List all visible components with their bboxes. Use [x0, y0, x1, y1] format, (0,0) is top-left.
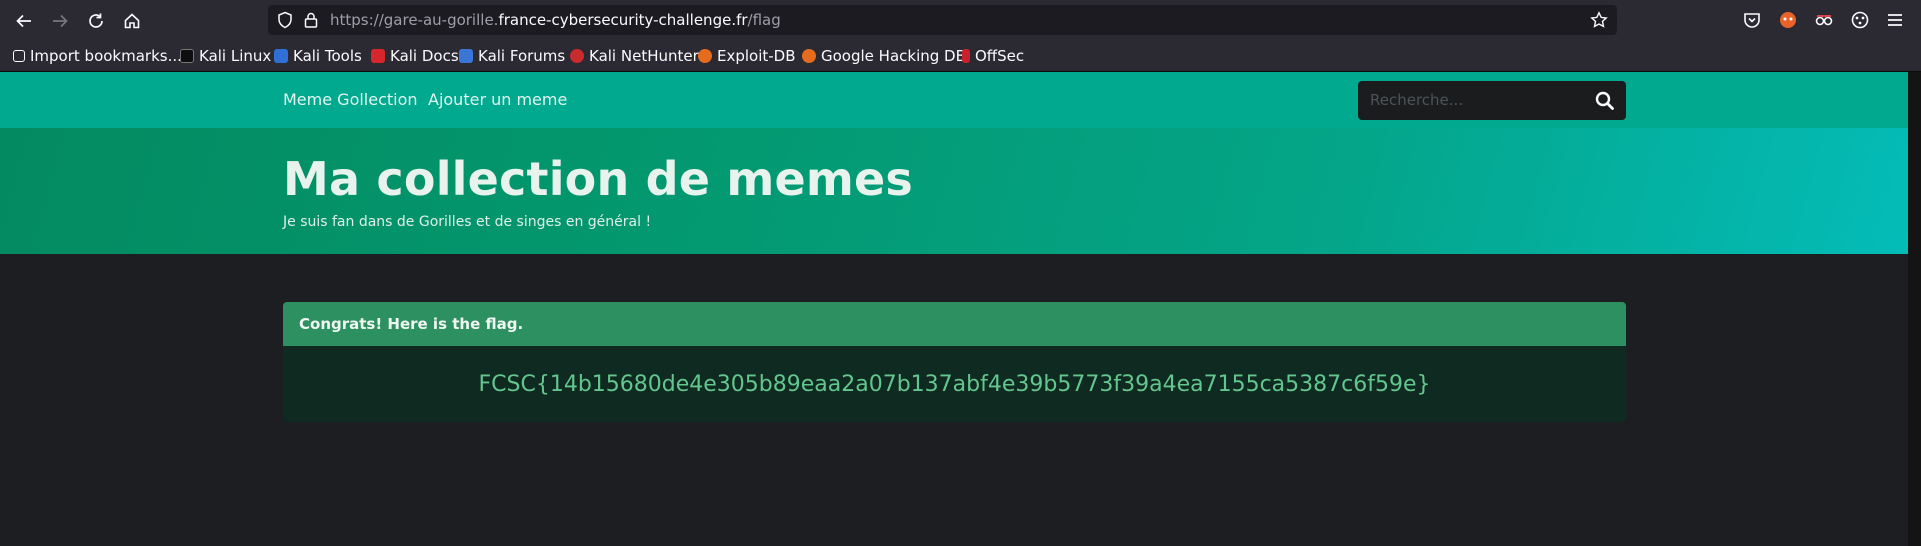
ghdb-icon: [802, 49, 816, 63]
flag-value: FCSC{14b15680de4e305b89eaa2a07b137abf4e3…: [478, 371, 1431, 397]
site-navbar: Meme Gollection Ajouter un meme Recherch…: [0, 72, 1908, 128]
search-icon[interactable]: [1595, 91, 1614, 110]
bookmark-kali-linux[interactable]: Kali Linux: [180, 40, 271, 72]
bookmark-label: Kali Linux: [199, 47, 272, 65]
url-bar[interactable]: https://gare-au-gorille.france-cybersecu…: [268, 5, 1617, 35]
url-path: /flag: [747, 11, 781, 29]
page-subtitle: Je suis fan dans de Gorilles et de singe…: [283, 214, 652, 230]
arrow-right-icon: [53, 14, 68, 28]
shield-icon[interactable]: [276, 11, 294, 29]
bookmark-exploit-db[interactable]: Exploit-DB: [698, 40, 796, 72]
kali-docs-icon: [371, 49, 385, 63]
lock-icon[interactable]: [302, 11, 320, 29]
bookmark-label: Kali Forums: [478, 47, 566, 65]
kali-tools-icon: [274, 49, 288, 63]
bookmark-offsec[interactable]: OffSec: [962, 40, 1024, 72]
bookmarks-bar: Import bookmarks... Kali Linux Kali Tool…: [0, 40, 1921, 72]
brand-link[interactable]: Meme Gollection: [283, 72, 418, 128]
bookmark-kali-tools[interactable]: Kali Tools: [274, 40, 362, 72]
extension-puzzle-icon[interactable]: [1850, 10, 1870, 30]
flag-card: Congrats! Here is the flag. FCSC{14b1568…: [283, 302, 1626, 422]
offsec-icon: [962, 49, 970, 63]
kali-forums-icon: [459, 49, 473, 63]
flag-card-header: Congrats! Here is the flag.: [283, 302, 1626, 346]
star-icon[interactable]: [1590, 11, 1608, 29]
reload-icon: [89, 13, 103, 28]
hero-banner: Ma collection de memes Je suis fan dans …: [0, 128, 1908, 254]
bookmark-label: Kali Tools: [293, 47, 362, 65]
home-button[interactable]: [119, 8, 145, 34]
web-page: Meme Gollection Ajouter un meme Recherch…: [0, 72, 1908, 546]
kali-dragon-icon: [180, 49, 194, 63]
bookmark-label: Exploit-DB: [717, 47, 796, 65]
nethunter-icon: [570, 49, 584, 63]
bookmark-kali-nethunter[interactable]: Kali NetHunter: [570, 40, 699, 72]
browser-toolbar: https://gare-au-gorille.france-cybersecu…: [0, 0, 1921, 40]
bookmark-kali-forums[interactable]: Kali Forums: [459, 40, 565, 72]
extension-fox-icon[interactable]: [1778, 10, 1798, 30]
search-input[interactable]: Recherche...: [1370, 81, 1463, 120]
bookmark-kali-docs[interactable]: Kali Docs: [371, 40, 459, 72]
import-icon: [13, 50, 25, 62]
bookmark-label: Kali NetHunter: [589, 47, 699, 65]
reload-button[interactable]: [83, 8, 109, 34]
extension-glasses-icon[interactable]: [1814, 10, 1834, 30]
bookmark-label: Kali Docs: [390, 47, 459, 65]
bookmark-google-hacking-db[interactable]: Google Hacking DB: [802, 40, 966, 72]
url-text[interactable]: https://gare-au-gorille.france-cybersecu…: [330, 5, 781, 35]
forward-button[interactable]: [47, 8, 73, 34]
arrow-left-icon: [16, 14, 31, 28]
page-title: Ma collection de memes: [283, 152, 914, 206]
menu-icon[interactable]: [1885, 10, 1905, 30]
url-host: france-cybersecurity-challenge.fr: [498, 11, 748, 29]
page-scrollbar[interactable]: [1908, 72, 1921, 546]
home-icon: [124, 13, 140, 29]
bookmark-label: Import bookmarks...: [30, 47, 182, 65]
search-box[interactable]: Recherche...: [1358, 81, 1626, 120]
url-prefix: https://gare-au-gorille.: [330, 11, 499, 29]
pocket-icon[interactable]: [1742, 10, 1762, 30]
add-meme-link[interactable]: Ajouter un meme: [428, 72, 567, 128]
exploit-db-icon: [698, 49, 712, 63]
bookmark-import[interactable]: Import bookmarks...: [13, 40, 182, 72]
bookmark-label: OffSec: [975, 47, 1025, 65]
bookmark-label: Google Hacking DB: [821, 47, 966, 65]
back-button[interactable]: [11, 8, 37, 34]
